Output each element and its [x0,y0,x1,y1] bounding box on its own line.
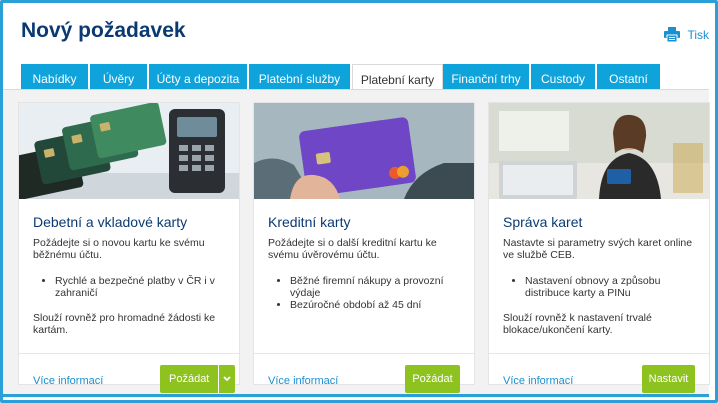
cards-area: Debetní a vkladové karty Požádejte si o … [3,89,709,398]
list-item: Běžné firemní nákupy a provozní výdaje [290,275,468,299]
card-divider [489,353,709,354]
list-item: Nastavení obnovy a způsobu distribuce ka… [525,275,703,299]
printer-icon [664,27,681,42]
bottom-border [3,394,709,397]
more-info-link[interactable]: Více informací [33,375,103,387]
page-title: Nový požadavek [21,19,186,42]
set-button[interactable]: Nastavit [642,365,695,393]
card-note: Slouží rovněž pro hromadné žádosti ke ka… [33,312,216,336]
woman-with-card-and-laptop-image [489,103,709,199]
card-debit-cards: Debetní a vkladové karty Požádejte si o … [19,103,239,393]
chevron-down-icon [223,376,232,382]
list-item: Rychlé a bezpečné platby v ČR i v zahran… [55,275,233,299]
card-divider [19,353,239,354]
request-dropdown-button[interactable] [218,365,235,393]
payment-cards-and-terminal-image [19,103,239,199]
request-button[interactable]: Požádat [405,365,460,393]
card-bullets: Nastavení obnovy a způsobu distribuce ka… [503,275,703,299]
card-title: Debetní a vkladové karty [33,214,188,230]
list-item: Bezúročné období až 45 dní [290,299,468,311]
card-description: Požádejte si o novou kartu ke svému běžn… [33,237,205,261]
card-divider [254,353,474,354]
card-bullets: Běžné firemní nákupy a provozní výdaje B… [268,275,468,311]
request-button-group: Požádat [160,365,236,393]
card-card-management: Správa karet Nastavte si parametry svých… [489,103,709,393]
card-description: Nastavte si parametry svých karet online… [503,237,693,261]
card-note: Slouží rovněž k nastavení trvalé blokace… [503,312,652,336]
card-title: Kreditní karty [268,214,351,230]
request-button[interactable]: Požádat [160,365,218,393]
card-title: Správa karet [503,214,583,230]
card-bullets: Rychlé a bezpečné platby v ČR i v zahran… [33,275,233,299]
print-button[interactable]: Tisk [664,27,709,42]
card-description: Požádejte si o další kreditní kartu ke s… [268,237,437,261]
hand-holding-credit-card-image [254,103,474,199]
more-info-link[interactable]: Více informací [503,375,573,387]
more-info-link[interactable]: Více informací [268,375,338,387]
card-credit-cards: Kreditní karty Požádejte si o další kred… [254,103,474,393]
print-label: Tisk [687,27,709,42]
